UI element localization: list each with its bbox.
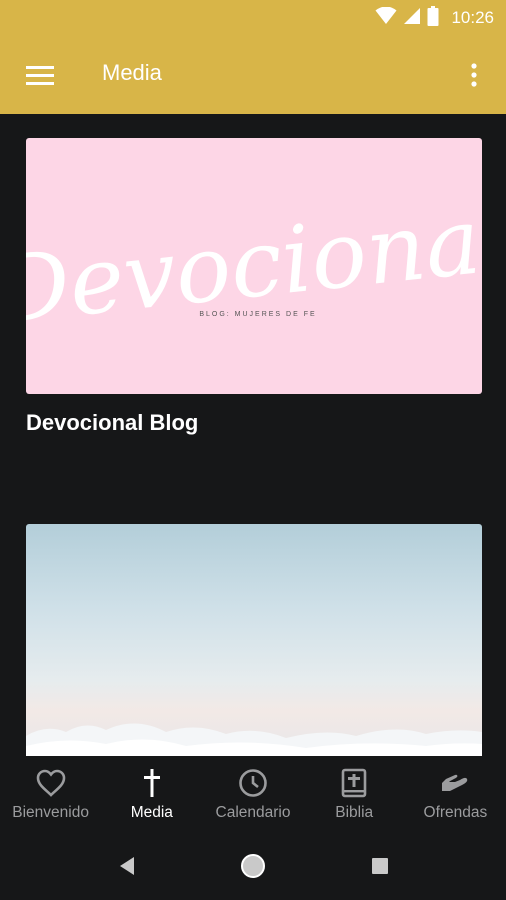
media-card-devocional[interactable]: Devocional BLOG: MUJERES DE FE Devociona…	[26, 138, 482, 436]
devocional-thumbnail[interactable]: Devocional BLOG: MUJERES DE FE	[26, 138, 482, 394]
cell-signal-icon	[403, 7, 421, 29]
devocional-logo-text: Devocional	[26, 184, 482, 345]
bottom-navigation: Bienvenido Media Calendario Biblia Ofren…	[0, 756, 506, 830]
page-title: Media	[102, 60, 162, 85]
battery-icon	[427, 6, 439, 30]
media-card-2[interactable]	[26, 524, 482, 756]
media-list: Devocional BLOG: MUJERES DE FE Devociona…	[0, 114, 506, 756]
nav-label: Ofrendas	[423, 804, 488, 821]
nav-item-ofrendas[interactable]: Ofrendas	[405, 756, 506, 830]
status-icons: 10:26	[375, 6, 494, 30]
nav-label: Biblia	[335, 804, 374, 821]
clouds-graphic	[26, 723, 482, 756]
hamburger-menu-icon[interactable]	[22, 57, 58, 93]
sky-clouds-image[interactable]	[26, 524, 482, 756]
nav-label: Bienvenido	[12, 804, 89, 821]
recents-icon[interactable]	[362, 848, 398, 884]
nav-label: Calendario	[215, 804, 291, 821]
clock-icon	[236, 766, 270, 800]
status-time: 10:26	[451, 8, 494, 27]
heart-icon	[34, 766, 68, 800]
app-bar: Media	[0, 36, 506, 114]
system-navigation-bar	[0, 830, 506, 900]
nav-item-biblia[interactable]: Biblia	[304, 756, 405, 830]
nav-label: Media	[130, 804, 173, 821]
nav-item-calendario[interactable]: Calendario	[202, 756, 303, 830]
card-title[interactable]: Devocional Blog	[26, 410, 482, 436]
nav-item-media[interactable]: Media	[101, 756, 202, 830]
cross-icon	[135, 766, 169, 800]
giving-hand-icon	[438, 766, 472, 800]
devocional-logo-subtitle: BLOG: MUJERES DE FE	[199, 311, 316, 318]
home-icon[interactable]	[235, 848, 271, 884]
bible-icon	[337, 766, 371, 800]
wifi-icon	[375, 6, 397, 29]
nav-item-bienvenido[interactable]: Bienvenido	[0, 756, 101, 830]
back-icon[interactable]	[109, 848, 145, 884]
more-vertical-icon[interactable]	[456, 57, 492, 93]
status-bar: 10:26	[0, 0, 506, 36]
